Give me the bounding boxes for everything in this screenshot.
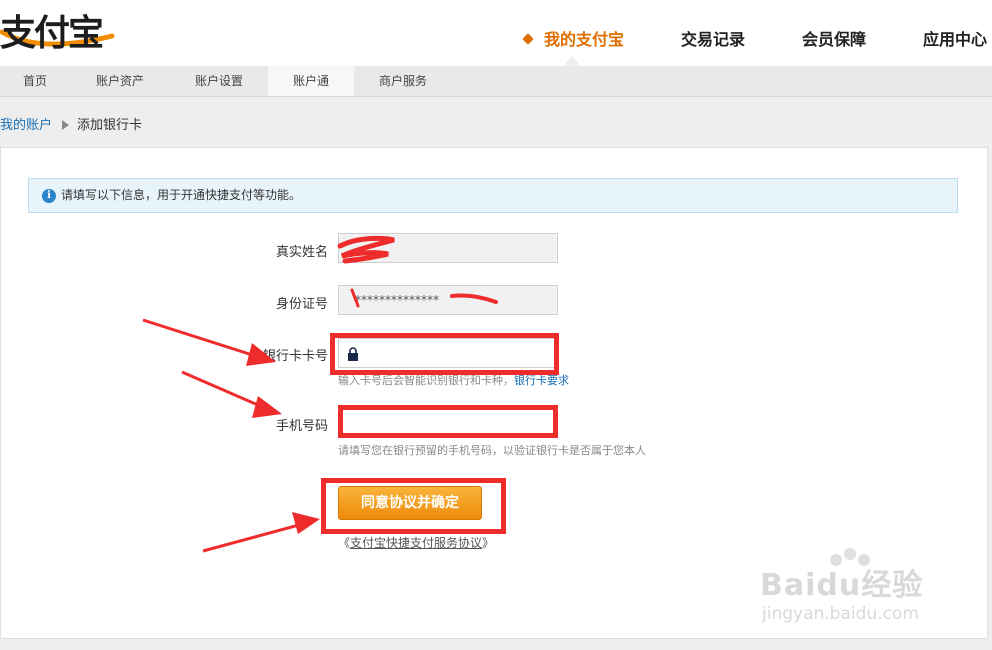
- arrow-card-icon: [142, 318, 276, 366]
- arrow-phone-icon: [181, 370, 282, 418]
- baidu-watermark: Baidu经验 jingyan.baidu.com: [760, 548, 992, 632]
- watermark-sub: jingyan.baidu.com: [762, 604, 919, 624]
- arrow-button-icon: [202, 512, 320, 553]
- watermark-main: Baidu经验: [760, 568, 924, 603]
